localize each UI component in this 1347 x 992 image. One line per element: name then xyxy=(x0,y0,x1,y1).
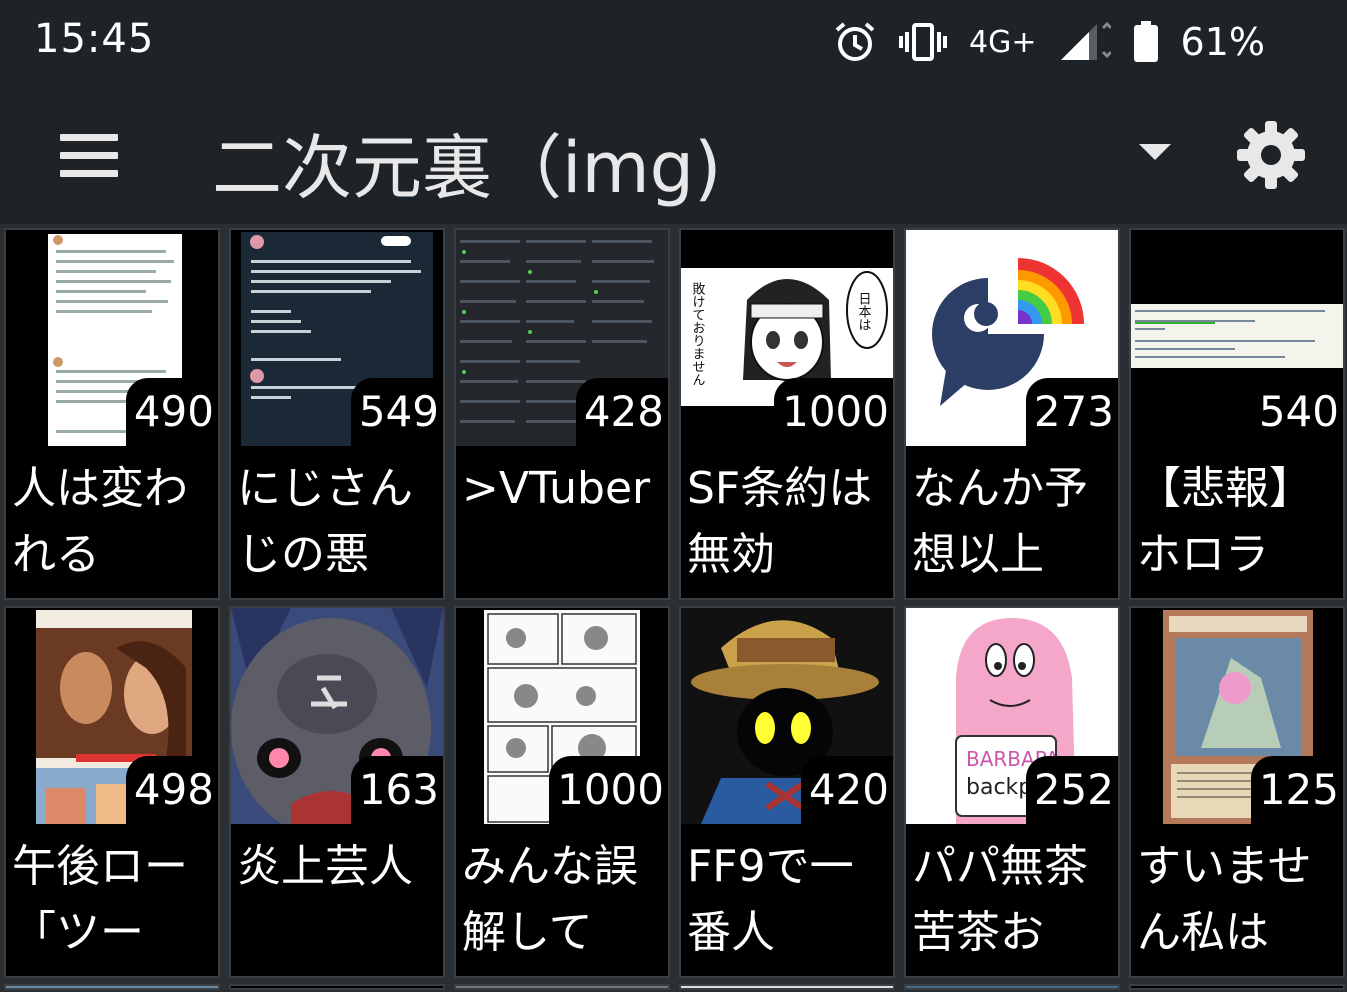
thread-title: みんな誤解して xyxy=(462,841,638,958)
settings-button[interactable] xyxy=(1232,116,1310,194)
battery-icon xyxy=(1133,21,1158,62)
menu-icon xyxy=(60,134,118,141)
alarm-icon xyxy=(835,22,875,61)
thread-cell[interactable]: 490 人は変われる xyxy=(4,228,220,600)
caret-down-icon xyxy=(1139,144,1171,160)
thread-cell[interactable]: 125 すいません私は xyxy=(1129,606,1345,978)
thread-title: FF9で一番人 xyxy=(687,841,854,958)
reply-count: 428 xyxy=(575,378,668,446)
vibrate-icon xyxy=(899,23,948,61)
thread-cell-partial xyxy=(904,984,1120,990)
thread-cell[interactable]: 1000 みんな誤解して xyxy=(454,606,670,978)
reply-count: 540 xyxy=(1250,378,1343,446)
network-type: 4G+ xyxy=(969,24,1037,60)
thread-cell-partial xyxy=(1129,984,1345,990)
reply-count: 1000 xyxy=(549,756,668,824)
app-bar: 二次元裏（img) xyxy=(0,86,1347,224)
thread-cell[interactable]: 498 午後ロー「ツー xyxy=(4,606,220,978)
menu-button[interactable] xyxy=(58,130,122,178)
reply-count: 498 xyxy=(125,756,218,824)
reply-count: 273 xyxy=(1025,378,1118,446)
thread-title: >VTuber xyxy=(462,463,651,514)
battery-percent: 61% xyxy=(1180,20,1265,64)
signal-icon xyxy=(1060,22,1111,60)
thread-title: 人は変われる xyxy=(12,463,188,580)
thread-title: パパ無茶苦茶お xyxy=(912,841,1088,958)
reply-count: 252 xyxy=(1025,756,1118,824)
board-title: 二次元裏（img) xyxy=(212,127,722,209)
reply-count: 420 xyxy=(800,756,893,824)
status-bar: 15:45 4G+ 61% xyxy=(0,0,1347,86)
thread-cell-partial xyxy=(454,984,670,990)
thread-cell-partial xyxy=(229,984,445,990)
thread-cell[interactable]: 163 炎上芸人 xyxy=(229,606,445,978)
thread-cell[interactable]: 549 にじさんじの悪 xyxy=(229,228,445,600)
thread-cell[interactable]: 日本は 敗けておりません 1000 SF条約は無効 xyxy=(679,228,895,600)
thread-title: 【悲報】ホロラ xyxy=(1137,463,1313,580)
board-dropdown-button[interactable] xyxy=(1130,130,1180,170)
thread-title: 午後ロー「ツー xyxy=(12,841,188,958)
thread-cell[interactable]: 273 なんか予想以上 xyxy=(904,228,1120,600)
reply-count: 125 xyxy=(1250,756,1343,824)
thread-title: SF条約は無効 xyxy=(687,463,873,580)
thread-cell[interactable]: 420 FF9で一番人 xyxy=(679,606,895,978)
gear-icon xyxy=(1237,121,1305,189)
status-time: 15:45 xyxy=(34,16,155,62)
reply-count: 1000 xyxy=(774,378,893,446)
thread-cell-partial xyxy=(679,984,895,990)
thread-cell[interactable]: 540 【悲報】ホロラ xyxy=(1129,228,1345,600)
thread-cell[interactable]: 428 >VTuber xyxy=(454,228,670,600)
reply-count: 549 xyxy=(350,378,443,446)
thread-cell[interactable]: BARBAPA backpa 252 パパ無茶苦茶お xyxy=(904,606,1120,978)
thread-title: すいません私は xyxy=(1137,841,1312,958)
svg-text:日本は: 日本は xyxy=(856,292,872,331)
reply-count: 490 xyxy=(125,378,218,446)
thread-grid: 490 人は変われる 549 にじさんじの悪 428 >VTuber 日本は 敗… xyxy=(0,224,1347,992)
thread-title: にじさんじの悪 xyxy=(237,463,413,580)
status-icons: 4G+ 61% xyxy=(833,18,1265,66)
svg-text:敗けておりません: 敗けておりません xyxy=(690,282,706,386)
thread-title: なんか予想以上 xyxy=(912,463,1088,580)
thread-cell-partial xyxy=(4,984,220,990)
thread-title: 炎上芸人 xyxy=(237,841,413,892)
reply-count: 163 xyxy=(350,756,443,824)
